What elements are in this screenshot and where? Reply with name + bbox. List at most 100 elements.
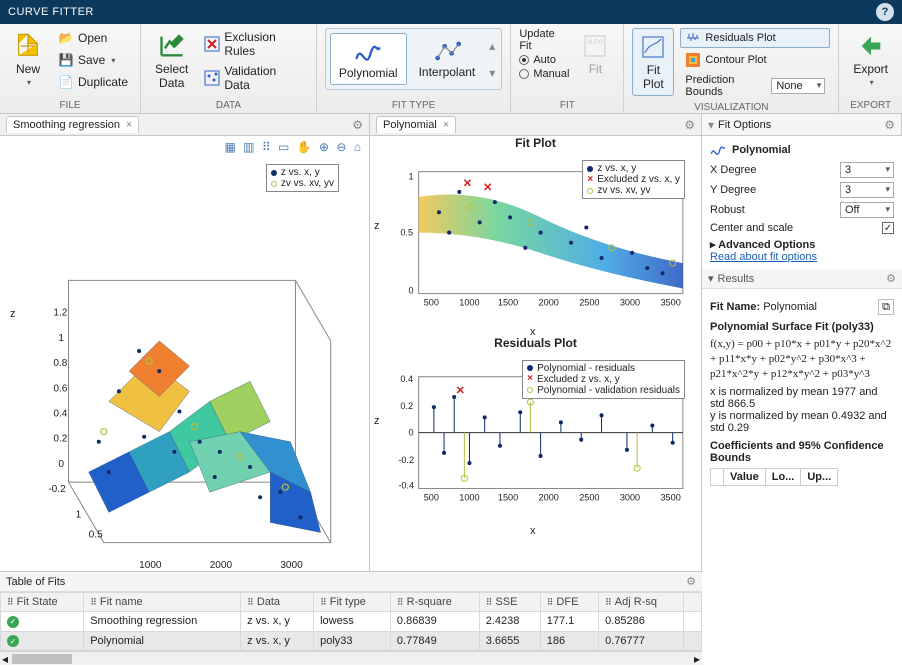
scroll-down-icon[interactable]: ▾ <box>489 66 495 80</box>
open-button[interactable]: 📂 Open <box>54 28 132 48</box>
svg-text:2000: 2000 <box>210 560 233 571</box>
scroll-up-icon[interactable]: ▴ <box>489 39 495 53</box>
tab-polynomial[interactable]: Polynomial × <box>376 116 456 133</box>
help-icon[interactable]: ? <box>876 3 894 21</box>
ok-icon: ✓ <box>7 635 19 647</box>
fit-plot-title: Fit Plot <box>370 136 701 150</box>
validation-data-button[interactable]: Validation Data <box>200 62 307 94</box>
tab-smoothing[interactable]: Smoothing regression × <box>6 116 139 133</box>
group-label-fit: FIT <box>519 98 615 113</box>
polynomial-icon <box>710 142 726 158</box>
fit-plot-icon <box>639 33 667 61</box>
robust-select[interactable]: Off <box>840 202 894 218</box>
svg-text:AUTO: AUTO <box>587 40 604 46</box>
gear-icon[interactable]: ⚙ <box>352 118 363 132</box>
z-axis-label: z <box>374 220 380 232</box>
ribbon: New ▾ 📂 Open 💾 Save ▾ 📄 Duplicate F <box>0 24 902 114</box>
new-label: New <box>16 62 40 76</box>
svg-text:1: 1 <box>408 172 413 182</box>
ribbon-group-export: Export ▾ EXPORT <box>839 24 902 113</box>
center-scale-checkbox[interactable] <box>882 222 894 234</box>
gear-icon[interactable]: ⚙ <box>684 118 695 132</box>
interpolant-icon <box>433 37 461 65</box>
zoom-out-icon[interactable]: ⊖ <box>336 140 346 154</box>
table-of-fits: Table of Fits ⚙ ⠿ Fit State ⠿ Fit name ⠿… <box>0 571 702 665</box>
fit-plot-button[interactable]: Fit Plot <box>632 28 674 96</box>
export-label: Export <box>853 62 888 76</box>
new-button[interactable]: New ▾ <box>8 28 48 91</box>
polynomial-icon <box>354 38 382 66</box>
residuals-plot-button[interactable]: Residuals Plot <box>680 28 830 48</box>
svg-text:2500: 2500 <box>579 298 599 308</box>
exclusion-rules-button[interactable]: Exclusion Rules <box>200 28 307 60</box>
interpolant-label: Interpolant <box>419 65 476 79</box>
advanced-options-toggle[interactable]: ▸ Advanced Options <box>710 238 894 251</box>
surface-title: Polynomial Surface Fit (poly33) <box>710 321 874 333</box>
col-data: ⠿ Data <box>241 593 314 612</box>
close-icon[interactable]: × <box>126 119 132 131</box>
results-header[interactable]: ▾ Results ⚙ <box>702 269 902 289</box>
fittype-polynomial[interactable]: Polynomial <box>330 33 407 85</box>
horizontal-scrollbar[interactable]: ◂ ▸ <box>0 651 702 665</box>
svg-text:500: 500 <box>424 298 439 308</box>
svg-text:0.5: 0.5 <box>89 530 103 541</box>
group-label-fittype: FIT TYPE <box>325 98 502 113</box>
gear-icon[interactable]: ⚙ <box>884 118 895 132</box>
chevron-down-icon[interactable]: ▾ <box>708 118 714 132</box>
svg-text:0.2: 0.2 <box>53 434 67 445</box>
legend-3d[interactable]: z vs. x, y zv vs. xv, yv <box>266 164 339 192</box>
svg-text:0.6: 0.6 <box>53 383 67 394</box>
table-row[interactable]: ✓ Smoothing regression z vs. x, y lowess… <box>1 612 702 632</box>
fittype-interpolant[interactable]: Interpolant <box>411 33 484 85</box>
duplicate-button[interactable]: 📄 Duplicate <box>54 72 132 92</box>
plot-toolbar: ▦ ▥ ⠿ ▭ ✋ ⊕ ⊖ ⌂ <box>0 136 369 158</box>
close-icon[interactable]: × <box>443 119 449 131</box>
legend-fit[interactable]: z vs. x, y ×Excluded z vs. x, y zv vs. x… <box>582 160 685 199</box>
fit-options-header: Fit Options <box>718 119 771 131</box>
scroll-left-icon[interactable]: ◂ <box>2 652 8 666</box>
zoom-in-icon[interactable]: ⊕ <box>319 140 329 154</box>
copy-icon[interactable]: ⧉ <box>878 299 894 315</box>
duplicate-label: Duplicate <box>78 75 128 89</box>
grid-icon[interactable]: ▥ <box>243 140 254 154</box>
fit-formula: f(x,y) = p00 + p10*x + p01*y + p20*x^2 +… <box>710 337 894 382</box>
read-about-link[interactable]: Read about fit options <box>710 251 894 263</box>
panel-3d-plot: ▦ ▥ ⠿ ▭ ✋ ⊕ ⊖ ⌂ <box>0 136 370 665</box>
fit-icon: AUTO <box>581 32 609 60</box>
scroll-right-icon[interactable]: ▸ <box>694 652 700 666</box>
svg-text:0.4: 0.4 <box>53 409 67 420</box>
save-button[interactable]: 💾 Save ▾ <box>54 50 132 70</box>
fit-plot[interactable]: 00.51 500100015002000250030003500 z vs. … <box>370 150 701 336</box>
norm-x-text: x is normalized by mean 1977 and std 866… <box>710 386 894 410</box>
brush-icon[interactable]: ⠿ <box>262 140 271 154</box>
tab-row: Smoothing regression × ⚙ Polynomial × ⚙ … <box>0 114 902 136</box>
group-label-export: EXPORT <box>847 98 894 113</box>
gear-icon[interactable]: ⚙ <box>886 272 896 285</box>
export-button[interactable]: Export ▾ <box>847 28 894 91</box>
col-state: ⠿ Fit State <box>1 593 84 612</box>
x-axis-label: x <box>530 326 536 338</box>
auto-radio[interactable]: Auto <box>519 54 569 66</box>
residuals-plot[interactable]: 0.40.20-0.2-0.4 500100015002000250030003… <box>370 350 701 536</box>
main-area: ▦ ▥ ⠿ ▭ ✋ ⊕ ⊖ ⌂ <box>0 136 902 665</box>
prediction-bounds-select[interactable]: None <box>771 78 825 94</box>
validation-label: Validation Data <box>224 64 303 92</box>
colorbar-icon[interactable]: ▦ <box>224 140 235 154</box>
contour-plot-button[interactable]: Contour Plot <box>680 50 830 70</box>
validation-icon <box>204 70 220 86</box>
table-row[interactable]: ✓ Polynomial z vs. x, y poly33 0.77849 3… <box>1 631 702 651</box>
gear-icon[interactable]: ⚙ <box>686 575 696 588</box>
home-icon[interactable]: ⌂ <box>354 140 361 154</box>
x-degree-select[interactable]: 3 <box>840 162 894 178</box>
manual-radio[interactable]: Manual <box>519 68 569 80</box>
pan-icon[interactable]: ✋ <box>297 140 312 154</box>
group-label-file: FILE <box>8 98 132 113</box>
y-degree-select[interactable]: 3 <box>840 182 894 198</box>
col-r2: ⠿ R-square <box>390 593 479 612</box>
x-axis-label: x <box>530 525 536 537</box>
select-data-button[interactable]: Select Data <box>149 28 194 94</box>
fits-table: ⠿ Fit State ⠿ Fit name ⠿ Data ⠿ Fit type… <box>0 592 702 651</box>
open-label: Open <box>78 31 107 45</box>
legend-residuals[interactable]: Polynomial - residuals ×Excluded z vs. x… <box>522 360 685 399</box>
datatip-icon[interactable]: ▭ <box>278 140 289 154</box>
